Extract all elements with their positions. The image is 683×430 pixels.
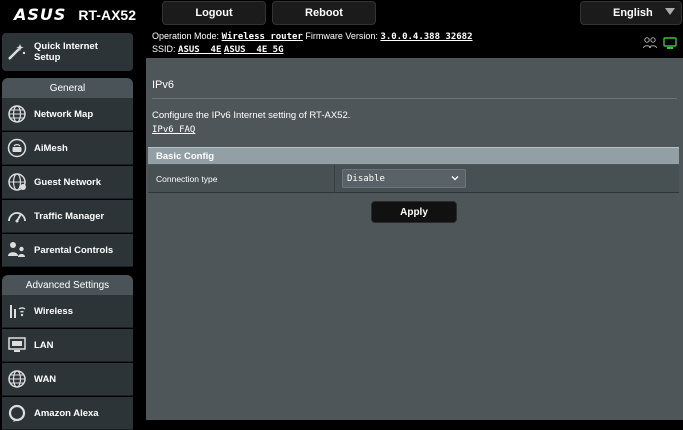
parental-controls-icon [4,237,30,263]
apply-button[interactable]: Apply [371,201,457,223]
aimesh-icon [4,135,30,161]
chevron-down-icon [451,174,459,185]
firmware-link[interactable]: 3.0.0.4.388_32682 [380,32,472,42]
column-divider [334,165,335,193]
wireless-icon [4,298,30,324]
sidebar-item-label: Network Map [34,108,94,120]
chevron-down-icon [665,8,675,15]
clients-icon[interactable] [643,37,657,52]
general-header: General [2,78,133,98]
ssid-label: SSID: [152,44,176,54]
logout-button[interactable]: Logout [162,1,266,25]
model-name: RT-AX52 [78,6,136,23]
sidebar-item-parental-controls[interactable]: Parental Controls [2,234,133,267]
ssid-5g-link[interactable]: ASUS _4E_5G [224,45,284,55]
status-icons [643,37,677,52]
guest-network-icon [4,169,30,195]
sidebar-item-label: Wireless [34,305,73,317]
operation-mode-line: Operation Mode: Wireless router Firmware… [152,31,473,42]
op-mode-label: Operation Mode: [152,31,220,41]
wizard-icon [4,39,30,65]
sidebar-item-label: Parental Controls [34,244,114,256]
lan-icon [4,332,30,358]
ssid-2g-link[interactable]: ASUS _4E [178,45,221,55]
language-value: English [613,7,653,19]
sidebar-item-label: WAN [34,373,57,385]
sidebar-item-aimesh[interactable]: AiMesh [2,132,133,165]
title-divider [152,98,677,99]
page-title: IPv6 [152,79,175,91]
top-bar: ASUS RT-AX52 Logout Reboot English [0,0,683,28]
sidebar-item-label: Traffic Manager [34,210,105,222]
internet-status-icon[interactable] [663,37,677,52]
basic-config-header: Basic Config [148,147,679,164]
ssid-line: SSID: ASUS _4E ASUS _4E_5G [152,44,284,55]
info-bar: Operation Mode: Wireless router Firmware… [146,28,683,58]
sidebar-item-label: Guest Network [34,176,102,188]
advanced-settings-header: Advanced Settings [2,275,133,295]
connection-type-label: Connection type [156,174,218,184]
sidebar-item-amazon-alexa[interactable]: Amazon Alexa [2,397,133,430]
sidebar-item-wan[interactable]: WAN [2,363,133,396]
sidebar-item-network-map[interactable]: Network Map [2,98,133,131]
connection-type-select[interactable]: Disable [342,169,466,188]
sidebar-item-label: AiMesh [34,142,68,154]
sidebar-item-wireless[interactable]: Wireless [2,295,133,328]
qis-label: Quick Internet Setup [34,41,98,63]
connection-type-row: Connection type Disable [148,165,679,193]
sidebar: Quick Internet Setup General Network Map … [0,28,146,430]
sidebar-item-lan[interactable]: LAN [2,329,133,362]
reboot-button[interactable]: Reboot [272,1,376,25]
logo-text: ASUS [14,5,67,24]
asus-logo: ASUS RT-AX52 [14,5,136,24]
sidebar-item-label: Amazon Alexa [34,407,99,419]
network-map-icon [4,101,30,127]
sidebar-item-quick-internet-setup[interactable]: Quick Internet Setup [2,33,133,71]
language-select[interactable]: English [580,1,682,25]
main-panel: IPv6 Configure the IPv6 Internet setting… [146,58,683,420]
alexa-icon [4,400,30,426]
sidebar-item-label: LAN [34,339,54,351]
op-mode-link[interactable]: Wireless router [222,32,303,42]
connection-type-value: Disable [347,173,385,184]
traffic-manager-icon [4,203,30,229]
wan-icon [4,366,30,392]
page-description: Configure the IPv6 Internet setting of R… [152,110,351,121]
ipv6-faq-link[interactable]: IPv6 FAQ [152,125,195,135]
sidebar-item-guest-network[interactable]: Guest Network [2,166,133,199]
firmware-label: Firmware Version: [305,31,378,41]
sidebar-item-traffic-manager[interactable]: Traffic Manager [2,200,133,233]
